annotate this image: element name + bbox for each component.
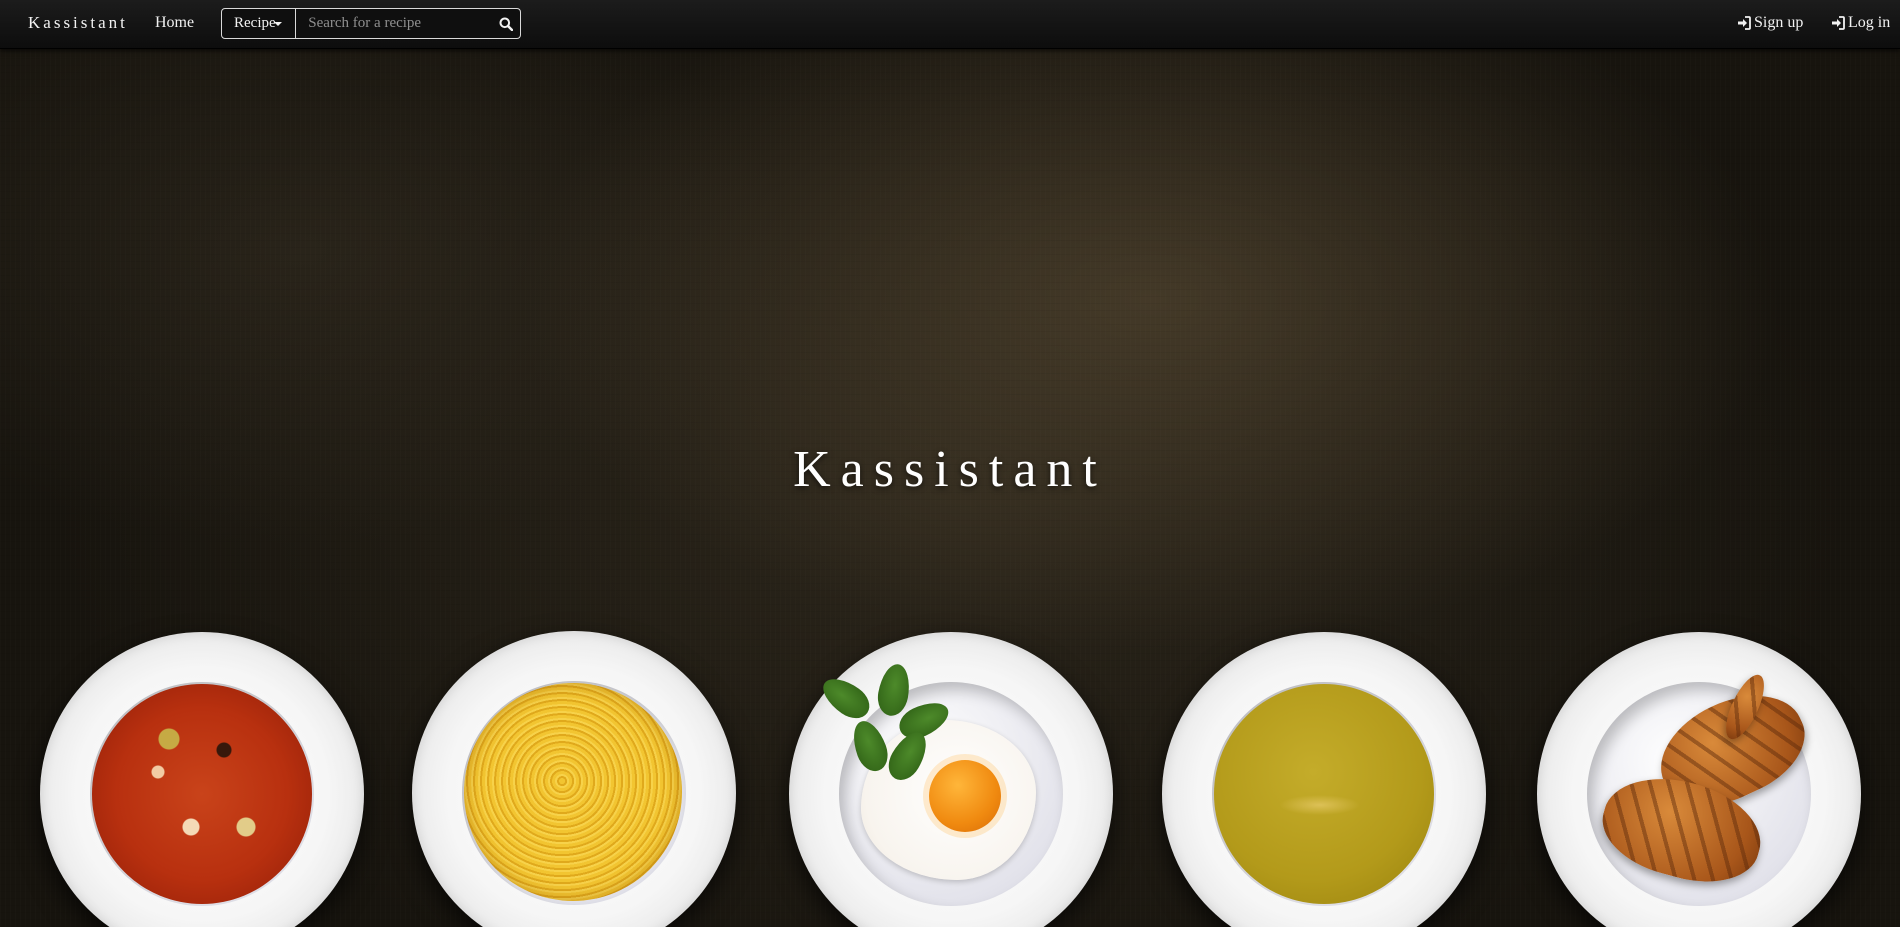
- login-link[interactable]: Log in: [1831, 14, 1890, 32]
- search-input[interactable]: [296, 9, 493, 38]
- signup-label: Sign up: [1754, 14, 1804, 31]
- search-category-dropdown[interactable]: Recipe: [222, 9, 297, 38]
- minestrone-soup: [92, 684, 312, 904]
- egg-yolk: [929, 760, 1001, 832]
- croissant-plate: [1537, 632, 1861, 927]
- page: Kassistant Home Recipe Sign up: [0, 0, 1900, 927]
- sign-in-icon: [1832, 16, 1845, 30]
- spaghetti: [464, 683, 682, 901]
- navbar: Kassistant Home Recipe Sign up: [0, 0, 1900, 49]
- sign-in-icon: [1738, 16, 1751, 30]
- search-icon: [499, 17, 514, 31]
- caret-down-icon: [274, 22, 283, 26]
- soup-plate: [40, 632, 364, 927]
- pasta-plate: [412, 631, 736, 927]
- cream-soup: [1214, 684, 1434, 904]
- hero-title: Kassistant: [793, 441, 1107, 498]
- search-button[interactable]: [492, 9, 520, 38]
- search-category-label: Recipe: [234, 15, 276, 31]
- search-group: Recipe: [221, 8, 521, 39]
- nav-home-link[interactable]: Home: [155, 14, 194, 32]
- cream-soup-plate: [1162, 632, 1486, 927]
- egg-plate: [789, 632, 1113, 927]
- basil-leaf: [816, 670, 876, 726]
- login-label: Log in: [1848, 14, 1891, 31]
- brand-logo[interactable]: Kassistant: [28, 13, 128, 33]
- signup-link[interactable]: Sign up: [1737, 14, 1803, 32]
